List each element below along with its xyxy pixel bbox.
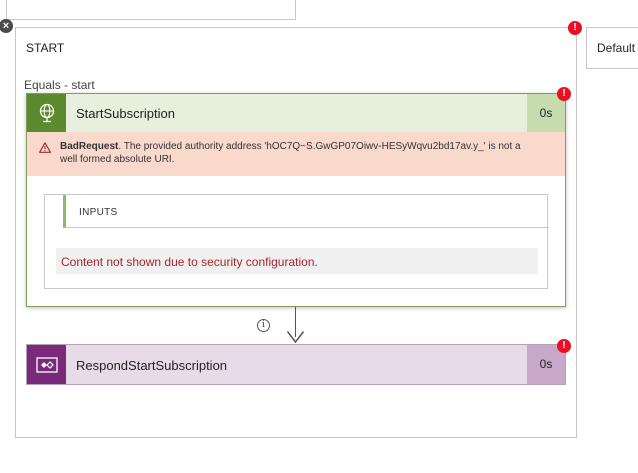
- error-detail: . The provided authority address 'hOC7Q~…: [60, 141, 521, 165]
- action-title: RespondStartSubscription: [76, 358, 228, 373]
- arrow-down-icon: [286, 331, 305, 344]
- warning-icon: [39, 140, 51, 158]
- previous-action-card[interactable]: [6, 0, 296, 20]
- request-response-icon: [27, 345, 66, 384]
- action-card-start-subscription[interactable]: StartSubscription 0s BadRequest. The pro…: [26, 93, 566, 307]
- inputs-header[interactable]: INPUTS: [63, 195, 549, 228]
- close-icon[interactable]: ×: [0, 19, 13, 33]
- error-badge-icon: !: [568, 21, 582, 35]
- switch-case-default[interactable]: Default: [586, 27, 638, 69]
- inputs-label: INPUTS: [79, 207, 118, 218]
- error-message-bar: BadRequest. The provided authority addre…: [27, 132, 565, 176]
- case-condition: Equals - start: [24, 78, 95, 92]
- action-title: StartSubscription: [76, 106, 175, 121]
- globe-icon: [27, 94, 66, 132]
- error-text: BadRequest. The provided authority addre…: [60, 140, 530, 166]
- secure-content-message: Content not shown due to security config…: [61, 255, 318, 269]
- secure-content-box: Content not shown due to security config…: [56, 248, 538, 274]
- inputs-panel: INPUTS Content not shown due to security…: [44, 194, 549, 289]
- action-header[interactable]: StartSubscription 0s: [27, 94, 565, 132]
- case-title: Default: [597, 41, 636, 55]
- error-code: BadRequest: [60, 141, 119, 152]
- case-title[interactable]: START: [26, 41, 64, 55]
- action-card-respond-start-subscription[interactable]: RespondStartSubscription 0s: [26, 344, 566, 385]
- error-badge-icon: !: [557, 339, 571, 353]
- info-icon[interactable]: i: [257, 319, 270, 332]
- error-badge-icon: !: [557, 87, 571, 101]
